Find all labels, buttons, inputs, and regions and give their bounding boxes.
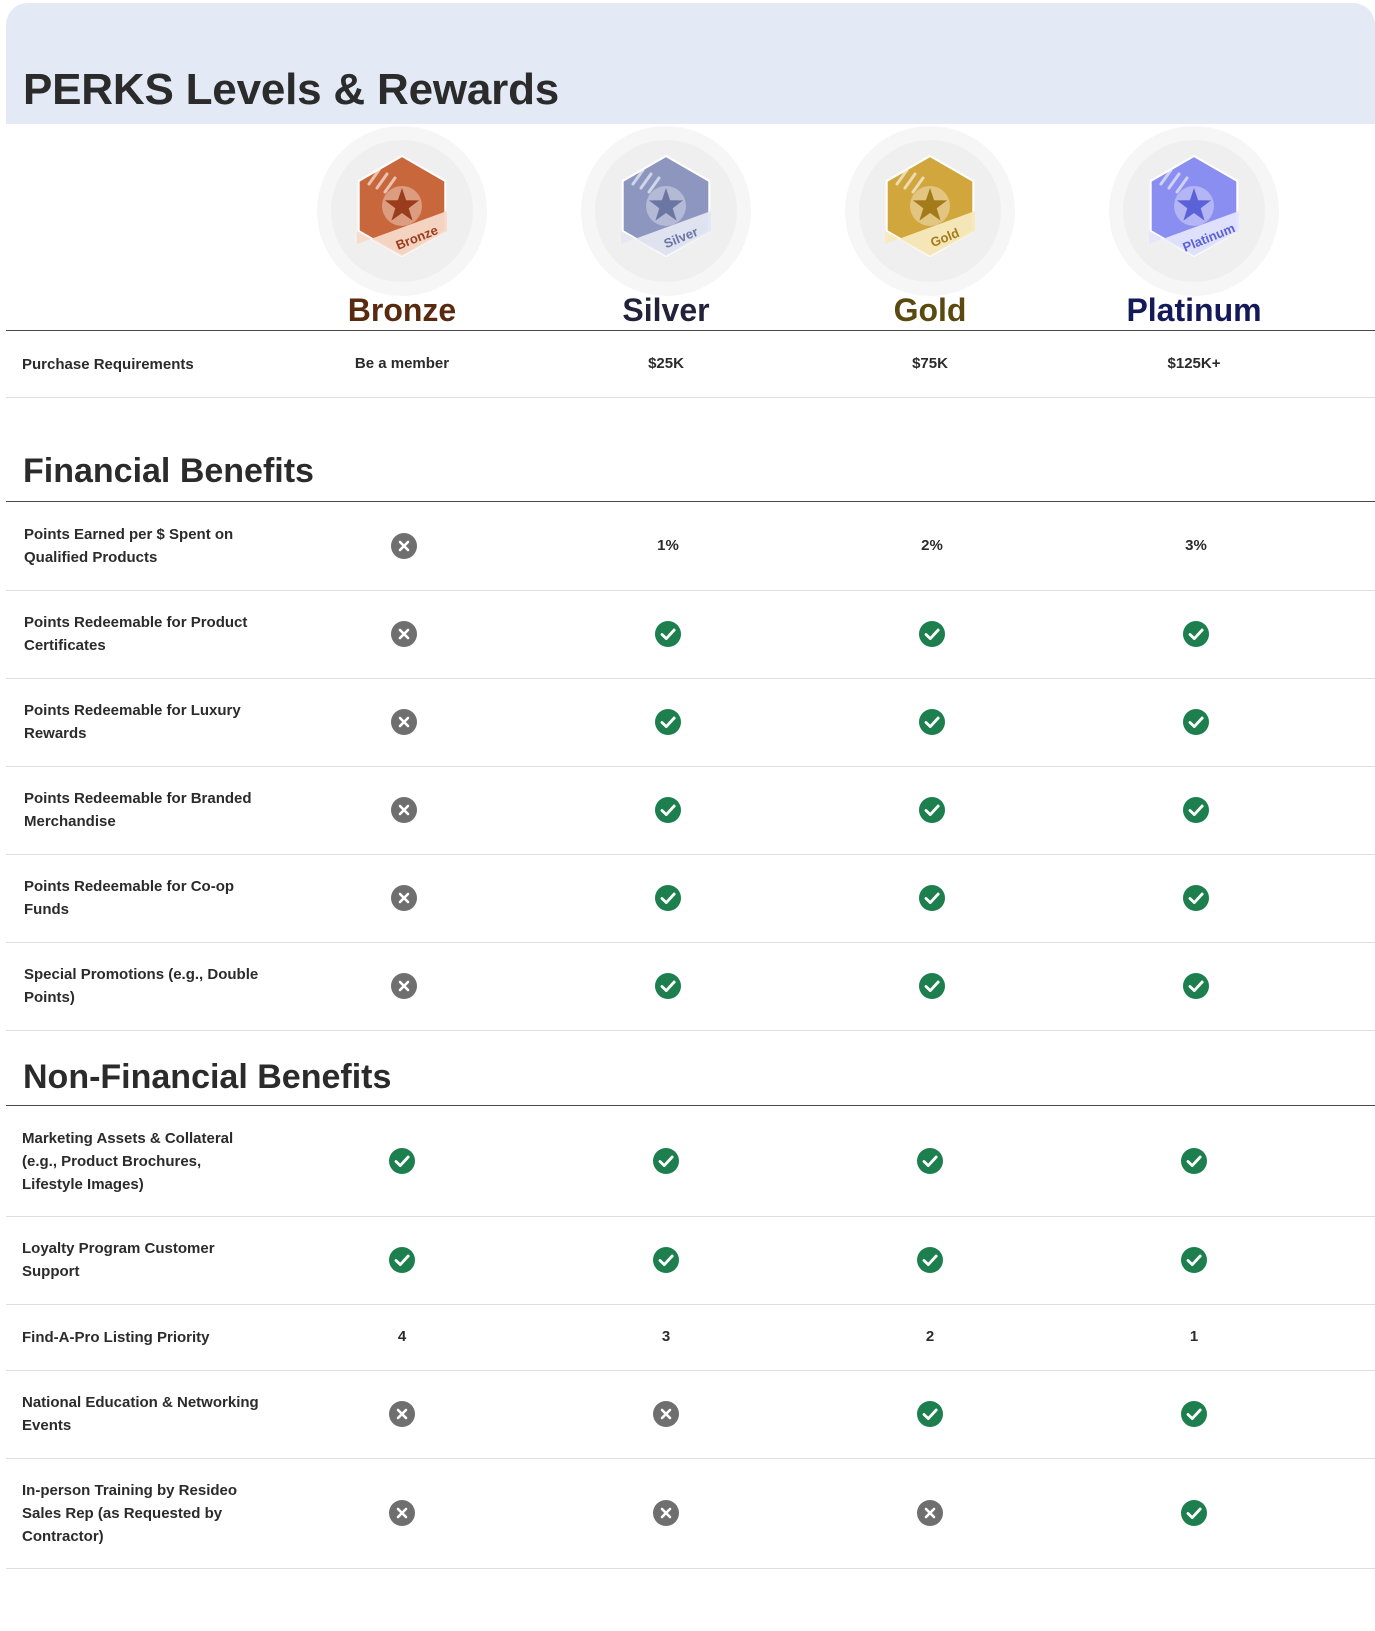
check-icon bbox=[916, 1246, 944, 1274]
badge-platinum-icon: Platinum bbox=[1109, 126, 1279, 296]
row-label: National Education & Networking Events bbox=[22, 1394, 259, 1434]
check-icon bbox=[1180, 1246, 1208, 1274]
benefit-row: Points Redeemable for Luxury Rewards bbox=[6, 678, 1375, 766]
row-divider bbox=[6, 1030, 1375, 1031]
benefit-row: Marketing Assets & Collateral (e.g., Pro… bbox=[6, 1106, 1375, 1216]
value-cell: 2 bbox=[925, 1328, 935, 1345]
value-cell: $25K bbox=[648, 355, 684, 372]
benefit-row: National Education & Networking Events bbox=[6, 1370, 1375, 1458]
value-cell: 1% bbox=[657, 537, 679, 554]
cross-icon bbox=[388, 1400, 416, 1428]
cross-icon bbox=[390, 796, 418, 824]
row-label: Special Promotions (e.g., Double Points) bbox=[24, 966, 259, 1006]
value-cell: 2% bbox=[921, 537, 943, 554]
check-icon bbox=[1182, 884, 1210, 912]
row-label: Marketing Assets & Collateral (e.g., Pro… bbox=[22, 1130, 234, 1193]
benefit-row: Loyalty Program Customer Support bbox=[6, 1216, 1375, 1304]
check-icon bbox=[652, 1147, 680, 1175]
value-cell: $125K+ bbox=[1167, 355, 1221, 372]
check-icon bbox=[1182, 708, 1210, 736]
value-cell: Be a member bbox=[354, 355, 450, 372]
row-label: Points Redeemable for Luxury Rewards bbox=[24, 702, 241, 742]
benefit-row: Points Redeemable for Product Certificat… bbox=[6, 590, 1375, 678]
check-icon bbox=[918, 884, 946, 912]
check-icon bbox=[654, 620, 682, 648]
check-icon bbox=[652, 1246, 680, 1274]
cross-icon bbox=[388, 1499, 416, 1527]
page-header: PERKS Levels & Rewards bbox=[6, 3, 1375, 124]
check-icon bbox=[388, 1147, 416, 1175]
badge-silver-icon: Silver bbox=[581, 126, 751, 296]
row-label: Points Redeemable for Branded Merchandis… bbox=[24, 790, 252, 830]
cross-icon bbox=[652, 1499, 680, 1527]
check-icon bbox=[1182, 620, 1210, 648]
section-title-financial: Financial Benefits bbox=[23, 452, 314, 490]
row-label: Purchase Requirements bbox=[22, 356, 194, 373]
cross-icon bbox=[390, 532, 418, 560]
perks-page: PERKS Levels & Rewards Bronze Bronze Silve… bbox=[0, 0, 1375, 1631]
tier-name-silver: Silver bbox=[622, 292, 710, 328]
cross-icon bbox=[652, 1400, 680, 1428]
page-title: PERKS Levels & Rewards bbox=[23, 65, 560, 114]
check-icon bbox=[654, 884, 682, 912]
tier-name-gold: Gold bbox=[893, 292, 967, 328]
check-icon bbox=[918, 972, 946, 1000]
row-label: Points Earned per $ Spent on Qualified P… bbox=[24, 526, 234, 566]
tier-name-platinum: Platinum bbox=[1126, 292, 1262, 328]
check-icon bbox=[1180, 1499, 1208, 1527]
check-icon bbox=[1180, 1400, 1208, 1428]
check-icon bbox=[916, 1147, 944, 1175]
cross-icon bbox=[916, 1499, 944, 1527]
check-icon bbox=[918, 796, 946, 824]
row-label: Points Redeemable for Product Certificat… bbox=[24, 614, 248, 654]
check-icon bbox=[1180, 1147, 1208, 1175]
benefit-row: Find-A-Pro Listing Priority 4 3 2 1 bbox=[6, 1304, 1375, 1370]
value-cell: 3 bbox=[661, 1328, 671, 1345]
badge-bronze-icon: Bronze bbox=[317, 126, 487, 296]
cross-icon bbox=[390, 708, 418, 736]
check-icon bbox=[1182, 972, 1210, 1000]
row-label: Find-A-Pro Listing Priority bbox=[22, 1329, 210, 1346]
benefit-row: In-person Training by Resideo Sales Rep … bbox=[6, 1458, 1375, 1568]
row-label: In-person Training by Resideo Sales Rep … bbox=[22, 1482, 238, 1545]
value-cell: 3% bbox=[1185, 537, 1207, 554]
check-icon bbox=[654, 708, 682, 736]
benefit-row: Points Redeemable for Co-op Funds bbox=[6, 854, 1375, 942]
value-cell: 4 bbox=[397, 1328, 407, 1345]
check-icon bbox=[654, 796, 682, 824]
value-cell: 1 bbox=[1189, 1328, 1199, 1345]
check-icon bbox=[654, 972, 682, 1000]
benefit-row: Points Earned per $ Spent on Qualified P… bbox=[6, 502, 1375, 590]
benefit-row: Special Promotions (e.g., Double Points) bbox=[6, 942, 1375, 1030]
cross-icon bbox=[390, 620, 418, 648]
value-cell: $75K bbox=[912, 355, 948, 372]
tier-name-bronze: Bronze bbox=[347, 292, 457, 328]
section-title-non-financial: Non-Financial Benefits bbox=[23, 1058, 392, 1096]
check-icon bbox=[1182, 796, 1210, 824]
check-icon bbox=[918, 708, 946, 736]
row-label: Loyalty Program Customer Support bbox=[22, 1240, 215, 1280]
cross-icon bbox=[390, 884, 418, 912]
check-icon bbox=[916, 1400, 944, 1428]
check-icon bbox=[918, 620, 946, 648]
cross-icon bbox=[390, 972, 418, 1000]
check-icon bbox=[388, 1246, 416, 1274]
row-divider bbox=[6, 1568, 1375, 1569]
badge-gold-icon: Gold bbox=[845, 126, 1015, 296]
purchase-requirements-row: Purchase Requirements Be a member $25K $75K… bbox=[6, 331, 1375, 397]
row-label: Points Redeemable for Co-op Funds bbox=[24, 878, 235, 918]
benefit-row: Points Redeemable for Branded Merchandis… bbox=[6, 766, 1375, 854]
row-divider bbox=[6, 397, 1375, 398]
